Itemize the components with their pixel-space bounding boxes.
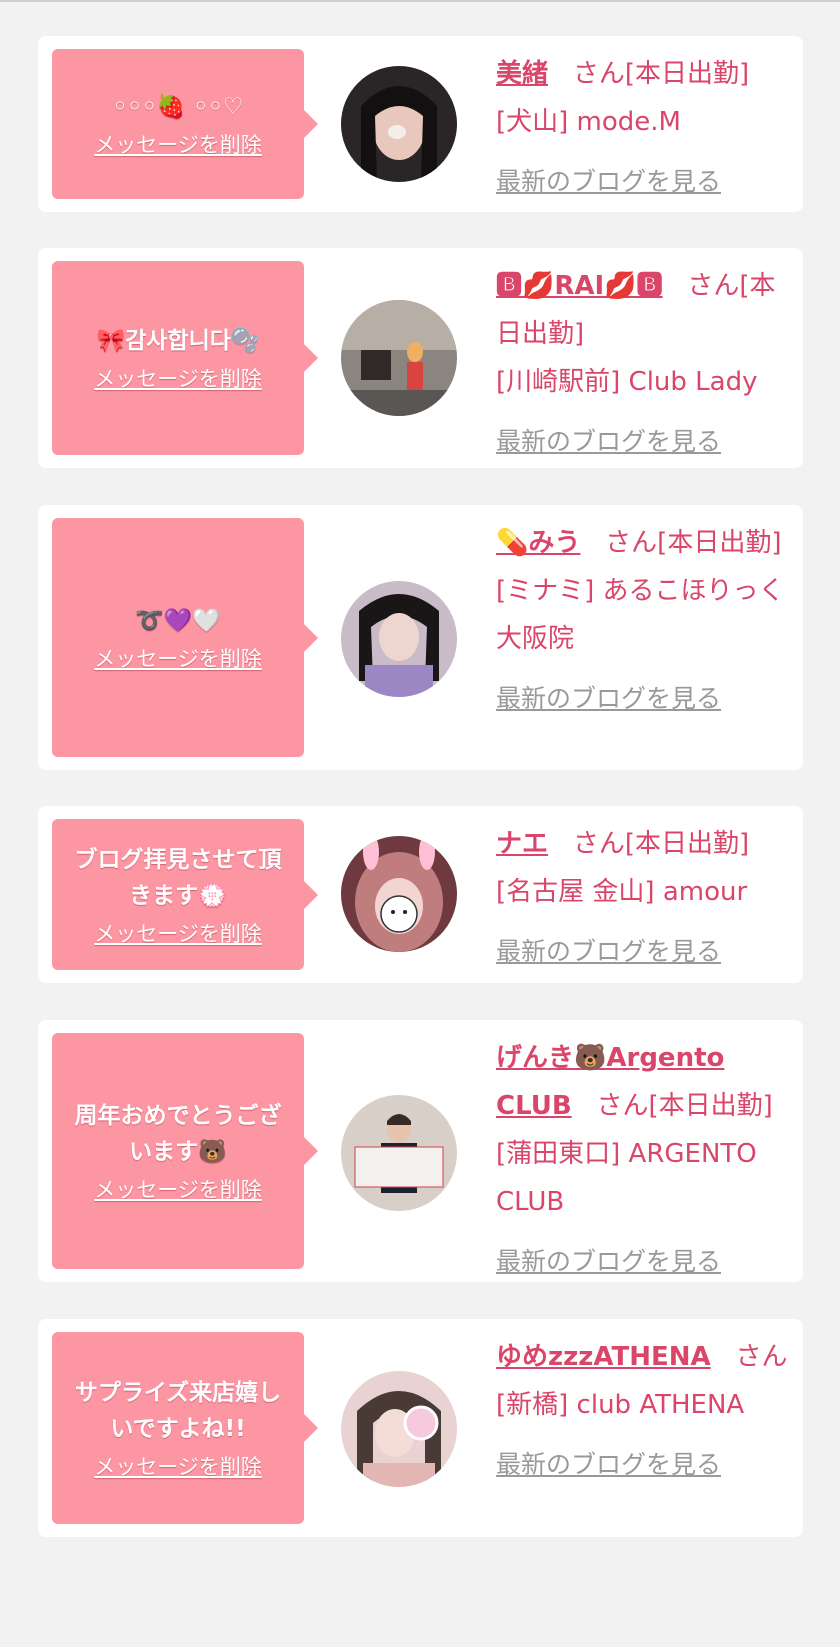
cast-info: 美緒 さん[本日出勤] [犬山] mode.M 最新のブログを見る [496, 50, 796, 206]
delete-message-link[interactable]: メッセージを削除 [94, 1174, 262, 1204]
message-card: 🎀감사합니다🫧 メッセージを削除 🅱💋RAI💋🅱 さん[本日出勤] [川崎駅前]… [38, 248, 803, 468]
avatar-photo[interactable] [341, 1371, 457, 1487]
cast-status: さん[本日出勤] [572, 829, 750, 859]
shop-label: [蒲田東口] ARGENTO CLUB [496, 1139, 757, 1217]
message-bubble: 周年おめでとうございます🐻 メッセージを削除 [52, 1033, 318, 1269]
latest-blog-link[interactable]: 最新のブログを見る [496, 158, 721, 206]
avatar-photo[interactable] [341, 300, 457, 416]
delete-message-link[interactable]: メッセージを削除 [94, 1451, 262, 1481]
cast-name-link[interactable]: ゆめzzzATHENA [496, 1342, 711, 1372]
latest-blog-link[interactable]: 最新のブログを見る [496, 928, 721, 976]
delete-message-link[interactable]: メッセージを削除 [94, 363, 262, 393]
cast-status: さん[本日出勤] [605, 528, 782, 558]
cast-status: さん[本日出勤] [572, 59, 750, 89]
top-divider [0, 0, 840, 2]
message-text: ➰💜🤍 [135, 607, 221, 634]
shop-label: [新橋] club ATHENA [496, 1390, 745, 1420]
latest-blog-link[interactable]: 最新のブログを見る [496, 418, 721, 466]
message-bubble: ブログ拝見させて頂きます💮 メッセージを削除 [52, 819, 318, 970]
delete-message-link[interactable]: メッセージを削除 [94, 643, 262, 673]
message-text: ブログ拝見させて頂きます💮 [74, 846, 282, 909]
message-text: サプライズ来店嬉しいですよね!! [74, 1380, 282, 1442]
message-card: サプライズ来店嬉しいですよね!! メッセージを削除 ゆめzzzATHENA さん… [38, 1319, 803, 1537]
cast-name-link[interactable]: 💊みう [496, 528, 580, 558]
message-bubble: ➰💜🤍 メッセージを削除 [52, 518, 318, 757]
cast-name-link[interactable]: 🅱💋RAI💋🅱 [496, 271, 663, 301]
avatar-photo[interactable] [341, 836, 457, 952]
cast-status: さん [735, 1342, 788, 1372]
avatar-photo[interactable] [341, 1095, 457, 1211]
message-text: 🎀감사합니다🫧 [96, 328, 260, 354]
message-text: ◦◦◦🍓 ◦◦♡ [112, 94, 244, 120]
message-bubble: ◦◦◦🍓 ◦◦♡ メッセージを削除 [52, 49, 318, 199]
shop-label: [川崎駅前] Club Lady [496, 367, 758, 397]
delete-message-link[interactable]: メッセージを削除 [94, 129, 262, 159]
message-card: ➰💜🤍 メッセージを削除 💊みう さん[本日出勤] [ミナミ] あるこほりっく … [38, 505, 803, 770]
cast-info: 💊みう さん[本日出勤] [ミナミ] あるこほりっく 大阪院 最新のブログを見る [496, 519, 796, 723]
cast-name-link[interactable]: ナエ [496, 829, 548, 859]
latest-blog-link[interactable]: 最新のブログを見る [496, 1441, 721, 1489]
message-bubble: サプライズ来店嬉しいですよね!! メッセージを削除 [52, 1332, 318, 1524]
cast-info: ナエ さん[本日出勤] [名古屋 金山] amour 最新のブログを見る [496, 820, 796, 976]
latest-blog-link[interactable]: 最新のブログを見る [496, 1238, 721, 1286]
avatar-photo[interactable] [341, 581, 457, 697]
message-card: ブログ拝見させて頂きます💮 メッセージを削除 ナエ さん[本日出勤] [名古屋 … [38, 806, 803, 983]
avatar-photo[interactable] [341, 66, 457, 182]
message-card: ◦◦◦🍓 ◦◦♡ メッセージを削除 美緒 さん[本日出勤] [犬山] mode.… [38, 36, 803, 212]
message-card: 周年おめでとうございます🐻 メッセージを削除 げんき🐻Argento CLUB … [38, 1020, 803, 1282]
cast-info: 🅱💋RAI💋🅱 さん[本日出勤] [川崎駅前] Club Lady 最新のブログ… [496, 262, 796, 466]
cast-info: ゆめzzzATHENA さん [新橋] club ATHENA 最新のブログを見… [496, 1333, 796, 1489]
message-bubble: 🎀감사합니다🫧 メッセージを削除 [52, 261, 318, 455]
shop-label: [犬山] mode.M [496, 107, 681, 137]
delete-message-link[interactable]: メッセージを削除 [94, 918, 262, 948]
shop-label: [ミナミ] あるこほりっく 大阪院 [496, 576, 785, 654]
cast-name-link[interactable]: 美緒 [496, 59, 548, 89]
latest-blog-link[interactable]: 最新のブログを見る [496, 675, 721, 723]
message-text: 周年おめでとうございます🐻 [74, 1103, 282, 1165]
cast-status: さん[本日出勤] [596, 1091, 773, 1121]
cast-info: げんき🐻Argento CLUB さん[本日出勤] [蒲田東口] ARGENTO… [496, 1034, 796, 1286]
shop-label: [名古屋 金山] amour [496, 877, 748, 907]
